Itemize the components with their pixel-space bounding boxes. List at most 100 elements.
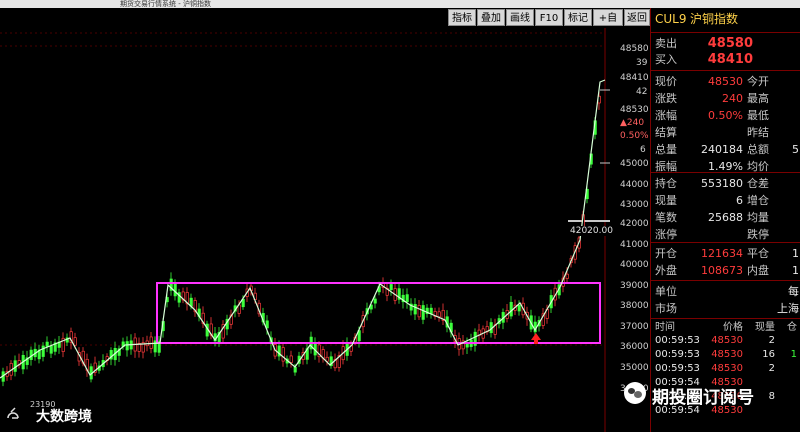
position-label2-2: 均量 (747, 211, 769, 224)
sell-price: 48580 (707, 36, 753, 51)
left-watermark-logo-icon (7, 407, 19, 419)
candle (429, 307, 433, 314)
position-label2-3: 跌停 (747, 228, 769, 241)
left-watermark: 大数跨境 (36, 409, 92, 425)
candle (125, 341, 129, 351)
axis-tick-40000: 40000 (620, 260, 649, 270)
position-label-2: 笔数 (655, 211, 677, 224)
add-watchlist-button[interactable]: +自选 (593, 9, 623, 41)
panel-header: CUL9 沪铜指数 (655, 11, 738, 27)
indicator-button[interactable]: 指标 (448, 9, 476, 26)
quote-value2-2 (775, 108, 799, 124)
quote-value2-0 (775, 74, 799, 90)
flow-value2-0: 1 (792, 247, 799, 260)
candle (417, 305, 421, 318)
quote-panel: CUL9 沪铜指数 卖出 48580 买入 48410 现价 48530 今开 涨跌 2… (650, 8, 800, 432)
candle (265, 320, 269, 329)
quote-value-4: 240184 (701, 143, 743, 156)
flow-label2-0: 平仓 (747, 247, 769, 260)
candle (389, 284, 393, 291)
quote-label2-4: 总额 (747, 143, 769, 156)
position-label-3: 涨停 (655, 228, 677, 241)
candles-group (1, 91, 601, 387)
axis-tick-45000: 45000 (620, 159, 649, 169)
wechat-icon (624, 382, 646, 404)
position-value-2: 25688 (708, 211, 743, 224)
candle (173, 283, 177, 297)
quote-label2-3: 昨结 (747, 126, 769, 139)
axis-tick-43000: 43000 (620, 200, 649, 210)
back-button[interactable]: 返回 (624, 9, 650, 26)
buy-price: 48410 (707, 52, 753, 67)
candle (509, 301, 513, 317)
quote-value2-1 (775, 91, 799, 107)
trade-price-2: 48530 (711, 363, 743, 374)
position-value-1: 6 (736, 194, 743, 207)
zigzag-line (0, 79, 606, 379)
trade-price-0: 48530 (711, 335, 743, 346)
candle (373, 298, 377, 304)
misc-value-1: 上海 (777, 302, 799, 315)
quote-label-4: 总量 (655, 143, 677, 156)
quote-label2-1: 最高 (747, 92, 769, 105)
trade-extra-2 (781, 362, 797, 376)
candle (49, 345, 53, 354)
trade-qty-0: 2 (768, 335, 775, 346)
trade-time-0: 00:59:53 (655, 335, 700, 346)
candle (565, 273, 569, 279)
quote-label-3: 结算 (655, 126, 677, 139)
f10-button[interactable]: F10 (535, 9, 563, 26)
trade-extra-1: 1 (790, 349, 797, 360)
right-watermark: 期投圈订阅号 (652, 388, 754, 408)
draw-line-button[interactable]: 画线 (506, 9, 534, 26)
mark-button[interactable]: 标记 (564, 9, 592, 26)
position-value2-1 (775, 193, 799, 209)
axis-buy: 48410 (620, 73, 649, 83)
trade-time-1: 00:59:53 (655, 349, 700, 360)
position-value-0: 553180 (701, 177, 743, 190)
axis-sell-qty: 39 (636, 58, 648, 68)
candle (437, 311, 441, 318)
position-label2-1: 增仓 (747, 194, 769, 207)
axis-change-pct: 0.50% (620, 131, 649, 141)
axis-sell: 48580 (620, 44, 649, 54)
trade-qty-2: 2 (768, 363, 775, 374)
quote-value-1: 240 (722, 92, 743, 105)
quote-value-0: 48530 (708, 75, 743, 88)
flow-label-1: 外盘 (655, 264, 677, 277)
axis-last: 48530 (620, 105, 649, 115)
axis-tick-37000: 37000 (620, 322, 649, 332)
position-value2-0 (775, 176, 799, 192)
candle (293, 366, 297, 373)
quote-value-3 (691, 125, 743, 141)
candlestick-chart[interactable] (0, 28, 650, 432)
flow-label-0: 开仓 (655, 247, 677, 260)
misc-label-0: 单位 (655, 285, 677, 298)
quote-label-1: 涨跌 (655, 92, 677, 105)
quote-value2-4: 5 (792, 143, 799, 156)
position-label-1: 现量 (655, 194, 677, 207)
misc-label-1: 市场 (655, 302, 677, 315)
axis-tick-44000: 44000 (620, 180, 649, 190)
candle (289, 355, 293, 363)
position-label-0: 持仓 (655, 177, 677, 190)
overlay-button[interactable]: 叠加 (477, 9, 505, 26)
quote-value-2: 0.50% (708, 109, 743, 122)
trade-extra-3 (781, 376, 797, 390)
window-title-bar: 期货交易行情系统 - 沪铜指数 (0, 0, 800, 8)
trade-qty-1: 16 (762, 349, 775, 360)
candle (413, 304, 417, 315)
candle (281, 347, 285, 362)
position-value2-2 (775, 210, 799, 226)
candle (41, 345, 45, 357)
flow-value-1: 108673 (701, 264, 743, 277)
contract-code: CUL9 (655, 12, 687, 26)
quote-label-2: 涨幅 (655, 109, 677, 122)
position-value2-3 (775, 227, 799, 243)
quote-value2-3 (775, 125, 799, 141)
trade-extra-4 (781, 390, 797, 404)
quote-label2-2: 最低 (747, 109, 769, 122)
position-label2-0: 仓差 (747, 177, 769, 190)
axis-tick-39000: 39000 (620, 281, 649, 291)
axis-tick-42000: 42000 (620, 219, 649, 229)
